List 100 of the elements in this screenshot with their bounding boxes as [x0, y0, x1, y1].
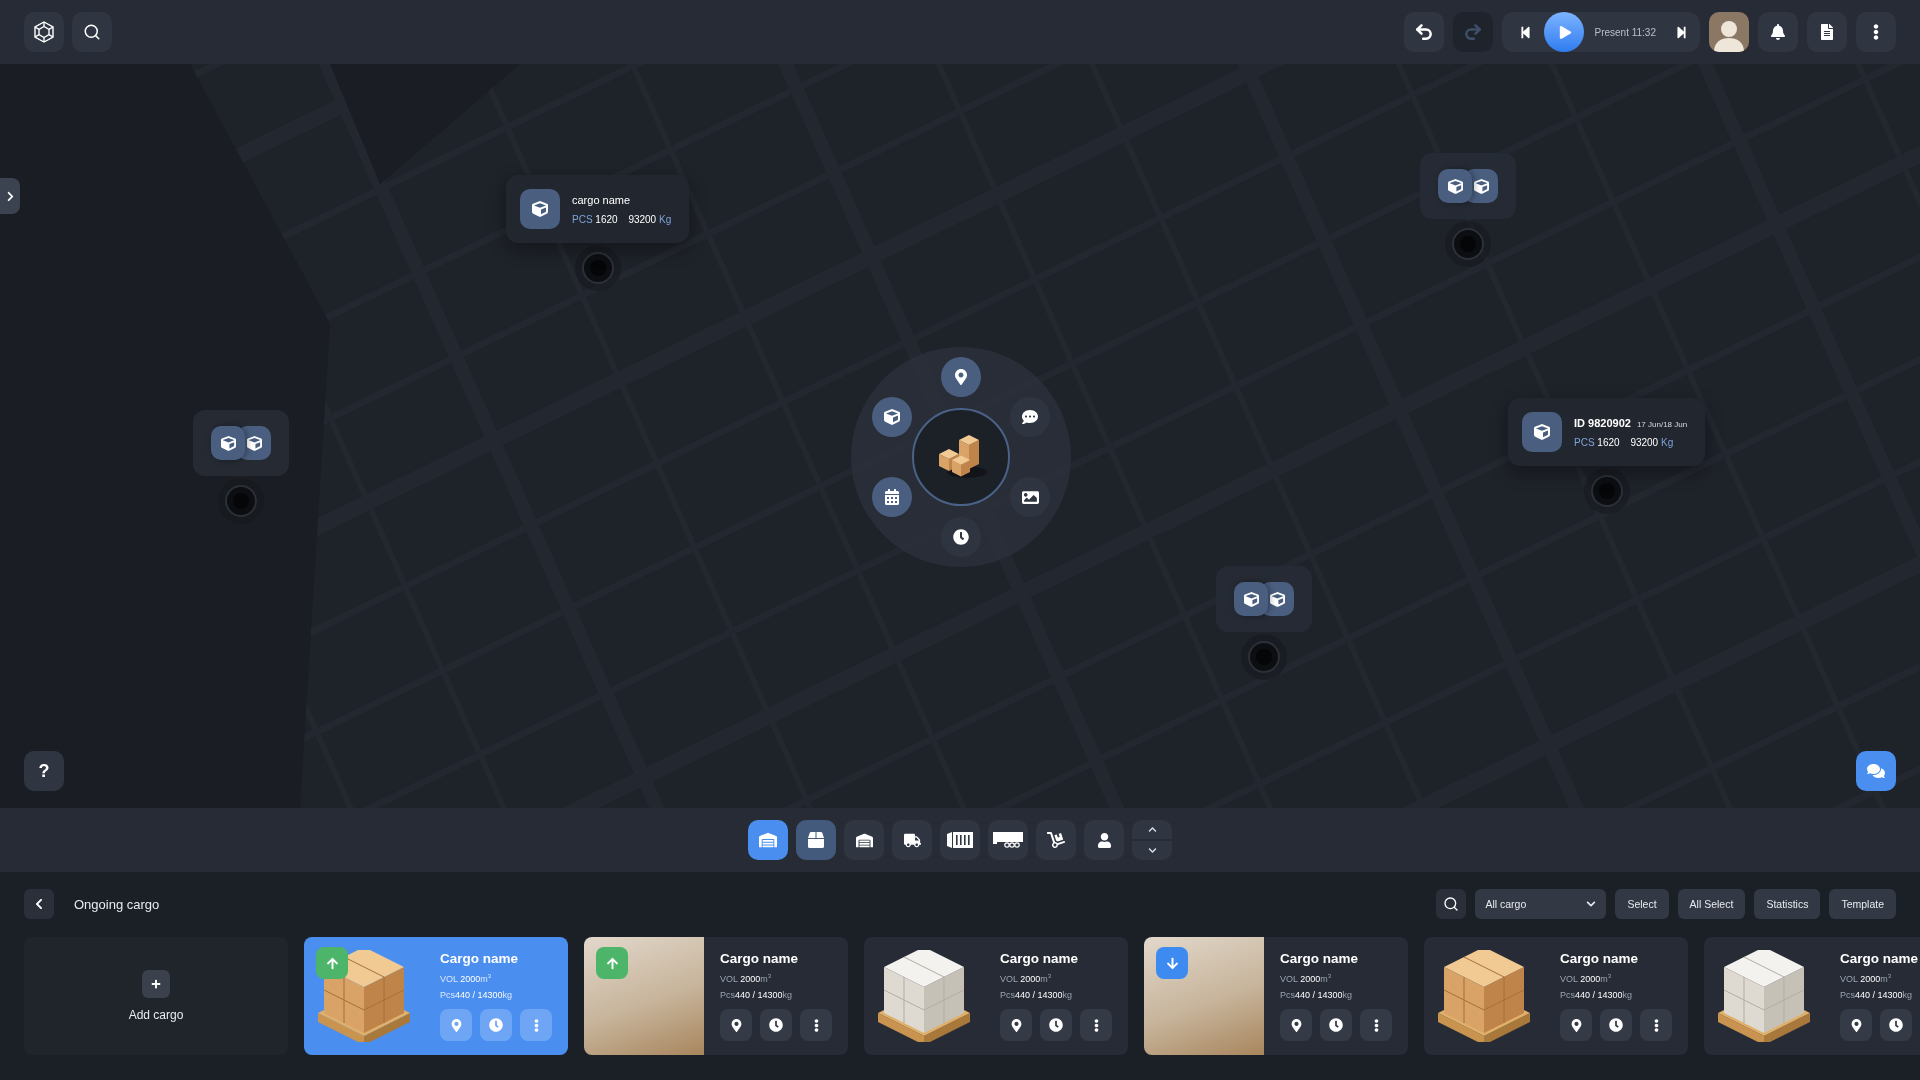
cargo-card[interactable]: Cargo name VOL 2000m$^{3}$ Pcs440 / 14300kg: [1424, 937, 1688, 1055]
cargo-name-text: Cargo name: [1840, 951, 1920, 966]
toolbar-button[interactable]: [796, 820, 836, 860]
warehouse-icon: [855, 831, 873, 849]
shipping-container-icon: [947, 832, 973, 848]
radial-menu-item[interactable]: [871, 477, 912, 517]
more-button[interactable]: [1360, 1009, 1392, 1041]
hexagon-logo-icon: [34, 21, 54, 43]
search-button[interactable]: [72, 12, 112, 52]
pieces-weight-text: Pcs440 / 14300kg: [720, 990, 794, 1000]
more-button[interactable]: [1640, 1009, 1672, 1041]
location-pin-icon: [1289, 1018, 1303, 1032]
warehouse-icon: [759, 831, 777, 849]
panel-action-button[interactable]: Statistics: [1754, 889, 1821, 919]
add-cargo-card[interactable]: Add cargo: [24, 937, 288, 1055]
cargo-cluster[interactable]: [1216, 566, 1312, 632]
time-button[interactable]: [1040, 1009, 1072, 1041]
back-button[interactable]: [24, 889, 54, 919]
search-icon: [83, 23, 101, 41]
time-button[interactable]: [1600, 1009, 1632, 1041]
radial-menu-item[interactable]: [941, 517, 981, 557]
cargo-card[interactable]: Cargo name VOL 2000m$^{3}$ Pcs440 / 14300kg: [1704, 937, 1920, 1055]
toolbar-button[interactable]: [844, 820, 884, 860]
search-button[interactable]: [1436, 889, 1467, 919]
volume-text: VOL 2000m$^{3}$: [1840, 973, 1893, 984]
radial-menu-item[interactable]: [1010, 397, 1051, 437]
toolbar-button[interactable]: [1036, 820, 1076, 860]
clock-icon: [1889, 1018, 1903, 1032]
cargo-popup[interactable]: cargo name PCS 1620 93200 Kg: [506, 175, 690, 243]
time-button[interactable]: [1880, 1009, 1912, 1041]
pieces-weight-text: Pcs440 / 14300kg: [1840, 990, 1914, 1000]
undo-icon: [1414, 22, 1435, 42]
profile-button[interactable]: [1709, 12, 1749, 52]
cargo-popup[interactable]: ID 9820902 17 Jun/18 Jun PCS 1620 93200 Kg: [1508, 398, 1706, 466]
cargo-name-text: Cargo name: [440, 951, 520, 966]
cube-icon: [1438, 169, 1472, 203]
panel-action-button[interactable]: Template: [1829, 889, 1896, 919]
logo-button[interactable]: [24, 12, 64, 52]
help-button[interactable]: ?: [24, 751, 64, 791]
cargo-card[interactable]: Cargo name VOL 2000m$^{3}$ Pcs440 / 14300kg: [584, 937, 848, 1055]
toolbar-button[interactable]: [1084, 820, 1124, 860]
plus-icon: [151, 979, 161, 989]
radial-menu-item[interactable]: [941, 357, 981, 397]
time-button[interactable]: [760, 1009, 792, 1041]
play-button[interactable]: [1544, 12, 1585, 52]
location-pin-icon: [1009, 1018, 1023, 1032]
chat-button[interactable]: [1856, 751, 1896, 791]
radial-menu-item[interactable]: [1010, 477, 1051, 517]
cargo-card[interactable]: Cargo name VOL 2000m$^{3}$ Pcs440 / 14300kg: [864, 937, 1128, 1055]
play-icon: [1559, 25, 1573, 39]
cargo-filter-dropdown[interactable]: All cargo: [1475, 889, 1607, 919]
cube-icon: [883, 409, 900, 425]
more-button[interactable]: [1080, 1009, 1112, 1041]
location-button[interactable]: [1280, 1009, 1312, 1041]
volume-text: VOL 2000m$^{3}$: [1280, 973, 1333, 984]
location-pin-icon: [729, 1018, 743, 1032]
location-button[interactable]: [1840, 1009, 1872, 1041]
cargo-title-text: cargo name: [572, 193, 631, 206]
volume-text: VOL 2000m$^{3}$: [1000, 973, 1053, 984]
cube-icon: [211, 426, 245, 460]
volume-text: VOL 2000m$^{3}$: [440, 973, 493, 984]
location-button[interactable]: [1560, 1009, 1592, 1041]
radial-menu-item[interactable]: [871, 397, 912, 437]
pieces-weight-text: Pcs440 / 14300kg: [440, 990, 514, 1000]
more-button[interactable]: [800, 1009, 832, 1041]
chevron-up-icon: [1147, 825, 1157, 834]
toolbar-button[interactable]: [988, 820, 1028, 860]
volume-text: VOL 2000m$^{3}$: [720, 973, 773, 984]
user-icon: [1096, 832, 1112, 848]
expand-button[interactable]: [0, 178, 20, 214]
panel-action-button[interactable]: All Select: [1677, 889, 1746, 919]
chevron-down-icon: [1586, 899, 1597, 909]
time-button[interactable]: [1320, 1009, 1352, 1041]
undo-button[interactable]: [1404, 12, 1445, 52]
notifications-button[interactable]: [1758, 12, 1798, 52]
truck-icon: [903, 831, 921, 849]
cargo-cluster[interactable]: [1420, 153, 1516, 219]
toolbar-button[interactable]: [892, 820, 932, 860]
clock-icon: [1049, 1018, 1063, 1032]
chevron-down-icon: [1147, 846, 1157, 855]
toolbar-button[interactable]: [940, 820, 980, 860]
cargo-stats-text: PCS 1620 93200 Kg: [1574, 436, 1675, 448]
present-time-text: Present 11:32: [1593, 26, 1657, 38]
pieces-weight-text: Pcs440 / 14300kg: [1560, 990, 1634, 1000]
location-pin-icon: [1569, 1018, 1583, 1032]
clock-icon: [769, 1018, 783, 1032]
clock-icon: [1329, 1018, 1343, 1032]
location-button[interactable]: [720, 1009, 752, 1041]
document-button[interactable]: [1807, 12, 1847, 52]
panel-action-button[interactable]: Select: [1615, 889, 1669, 919]
add-button[interactable]: [142, 970, 170, 998]
location-pin-icon: [1849, 1018, 1863, 1032]
toolbar-button[interactable]: [748, 820, 788, 860]
cargo-card[interactable]: Cargo name VOL 2000m$^{3}$ Pcs440 / 14300kg: [1144, 937, 1408, 1055]
hand-truck-icon: [1047, 831, 1065, 849]
chat-icon: [1867, 762, 1885, 780]
cargo-cluster[interactable]: [193, 410, 289, 476]
cargo-name-text: Cargo name: [1560, 951, 1640, 966]
location-button[interactable]: [1000, 1009, 1032, 1041]
more-button[interactable]: [1856, 12, 1896, 52]
